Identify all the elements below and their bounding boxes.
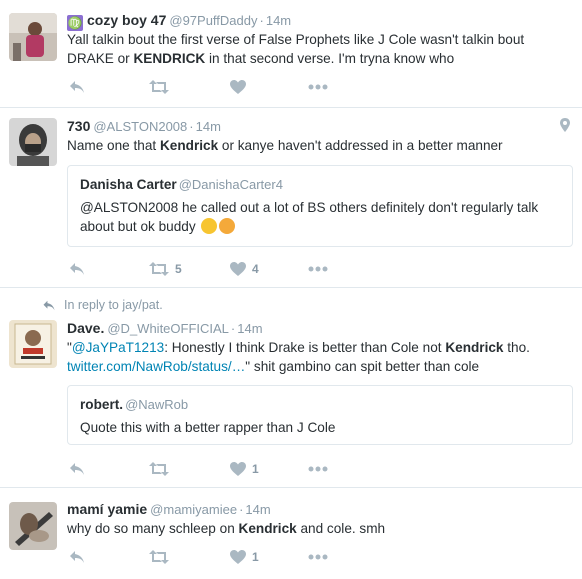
tweet-text: why do so many schleep on Kendrick and c…	[67, 521, 386, 536]
user-fullname[interactable]: mamí yamie	[67, 501, 147, 517]
tweet-feed: ♍ cozy boy 47 @97PuffDaddy · 14m Yall talkin…	[0, 0, 582, 579]
hug-emoji-icon	[219, 218, 236, 234]
heart-icon	[230, 262, 246, 276]
separator: ·	[259, 13, 264, 28]
more-button[interactable]	[308, 260, 328, 278]
tweet-actions: 5 4	[67, 260, 367, 278]
heart-icon	[230, 80, 246, 94]
more-icon	[308, 84, 328, 90]
retweet-icon	[149, 550, 169, 564]
timestamp[interactable]: 14m	[196, 119, 221, 134]
user-handle[interactable]: @mamiyamiee	[150, 502, 237, 517]
tweet-item[interactable]: In reply to jay/pat. Dave. @D_WhiteOFFICI…	[0, 288, 582, 488]
tweet-item[interactable]: ♍ cozy boy 47 @97PuffDaddy · 14m Yall talkin…	[0, 0, 582, 108]
retweet-icon	[149, 462, 169, 476]
avatar[interactable]	[9, 502, 57, 550]
quoted-user-fullname[interactable]: Danisha Carter	[80, 177, 177, 192]
in-reply-to-text[interactable]: In reply to jay/pat.	[64, 298, 163, 312]
quoted-tweet[interactable]: Danisha Carter @DanishaCarter4 @ALSTON200…	[67, 165, 573, 247]
more-icon	[308, 266, 328, 272]
like-button[interactable]: 1	[230, 548, 259, 566]
retweet-button[interactable]: 5	[149, 260, 182, 278]
retweet-count: 5	[175, 262, 182, 276]
avatar[interactable]	[9, 320, 57, 368]
user-handle[interactable]: @97PuffDaddy	[169, 13, 257, 28]
tweet-item[interactable]: 730 @ALSTON2008 · 14m Name one that Kendric…	[0, 108, 582, 288]
like-count: 1	[252, 550, 259, 564]
retweet-icon	[149, 80, 169, 94]
user-handle[interactable]: @D_WhiteOFFICIAL	[107, 321, 229, 336]
retweet-icon	[149, 262, 169, 276]
retweet-button[interactable]	[149, 78, 169, 96]
like-count: 4	[252, 262, 259, 276]
smile-emoji-icon	[201, 218, 218, 234]
quoted-tweet[interactable]: robert. @NawRob Quote this with a better …	[67, 385, 573, 445]
heart-icon	[230, 550, 246, 564]
tweet-header: 730 @ALSTON2008 · 14m	[67, 117, 572, 135]
retweet-button[interactable]	[149, 548, 169, 566]
reply-icon	[70, 551, 84, 563]
reply-button[interactable]	[69, 460, 85, 478]
tweet-header: ♍ cozy boy 47 @97PuffDaddy · 14m	[67, 11, 572, 31]
quoted-user-handle[interactable]: @NawRob	[125, 397, 188, 412]
like-button[interactable]	[230, 78, 246, 96]
reply-icon	[70, 263, 84, 275]
user-handle[interactable]: @ALSTON2008	[93, 119, 187, 134]
reply-button[interactable]	[69, 78, 85, 96]
more-icon	[308, 466, 328, 472]
tweet-item[interactable]: mamí yamie @mamiyamiee · 14m why do so many…	[0, 488, 582, 579]
quoted-user-fullname[interactable]: robert.	[80, 397, 123, 412]
timestamp[interactable]: 14m	[266, 13, 291, 28]
quoted-tweet-header: robert. @NawRob	[80, 396, 188, 412]
tweet-text: "@JaYPaT1213: Honestly I think Drake is …	[67, 340, 530, 374]
tweet-actions	[67, 78, 367, 96]
tweet-text: Yall talkin bout the first verse of Fals…	[67, 32, 525, 66]
virgo-icon: ♍	[67, 15, 83, 31]
timestamp[interactable]: 14m	[245, 502, 270, 517]
status-link[interactable]: twitter.com/NawRob/status/…	[67, 359, 245, 374]
in-reply-to[interactable]: In reply to jay/pat.	[42, 298, 163, 312]
tweet-text: Name one that Kendrick or kanye haven't …	[67, 138, 503, 153]
more-button[interactable]	[308, 548, 328, 566]
reply-icon	[70, 463, 84, 475]
more-button[interactable]	[308, 460, 328, 478]
user-fullname[interactable]: 730	[67, 118, 90, 134]
reply-button[interactable]	[69, 548, 85, 566]
quoted-user-handle[interactable]: @DanishaCarter4	[179, 177, 283, 192]
reply-icon	[70, 81, 84, 93]
mention-link[interactable]: @JaYPaT1213	[72, 340, 164, 355]
timestamp[interactable]: 14m	[237, 321, 262, 336]
tweet-actions: 1	[67, 548, 367, 566]
retweet-button[interactable]	[149, 460, 169, 478]
search-term-highlight: Kendrick	[238, 521, 297, 536]
reply-icon	[43, 300, 55, 310]
user-fullname[interactable]: cozy boy 47	[87, 12, 166, 28]
separator: ·	[239, 502, 244, 517]
like-button[interactable]: 4	[230, 260, 259, 278]
user-fullname[interactable]: Dave.	[67, 320, 104, 336]
tweet-actions: 1	[67, 460, 367, 478]
like-button[interactable]: 1	[230, 460, 259, 478]
like-count: 1	[252, 462, 259, 476]
search-term-highlight: Kendrick	[159, 138, 219, 153]
quoted-tweet-header: Danisha Carter @DanishaCarter4	[80, 176, 283, 192]
heart-icon	[230, 462, 246, 476]
quoted-tweet-text: Quote this with a better rapper than J C…	[80, 420, 336, 435]
reply-button[interactable]	[69, 260, 85, 278]
more-icon	[308, 554, 328, 560]
more-button[interactable]	[308, 78, 328, 96]
tweet-header: mamí yamie @mamiyamiee · 14m	[67, 500, 572, 518]
separator: ·	[189, 119, 194, 134]
avatar[interactable]	[9, 13, 57, 61]
tweet-header: Dave. @D_WhiteOFFICIAL · 14m	[67, 319, 572, 337]
search-term-highlight: Kendrick	[445, 340, 504, 355]
avatar[interactable]	[9, 118, 57, 166]
quoted-tweet-text: @ALSTON2008 he called out a lot of BS ot…	[80, 200, 539, 234]
separator: ·	[230, 321, 236, 336]
search-term-highlight: KENDRICK	[133, 51, 206, 66]
